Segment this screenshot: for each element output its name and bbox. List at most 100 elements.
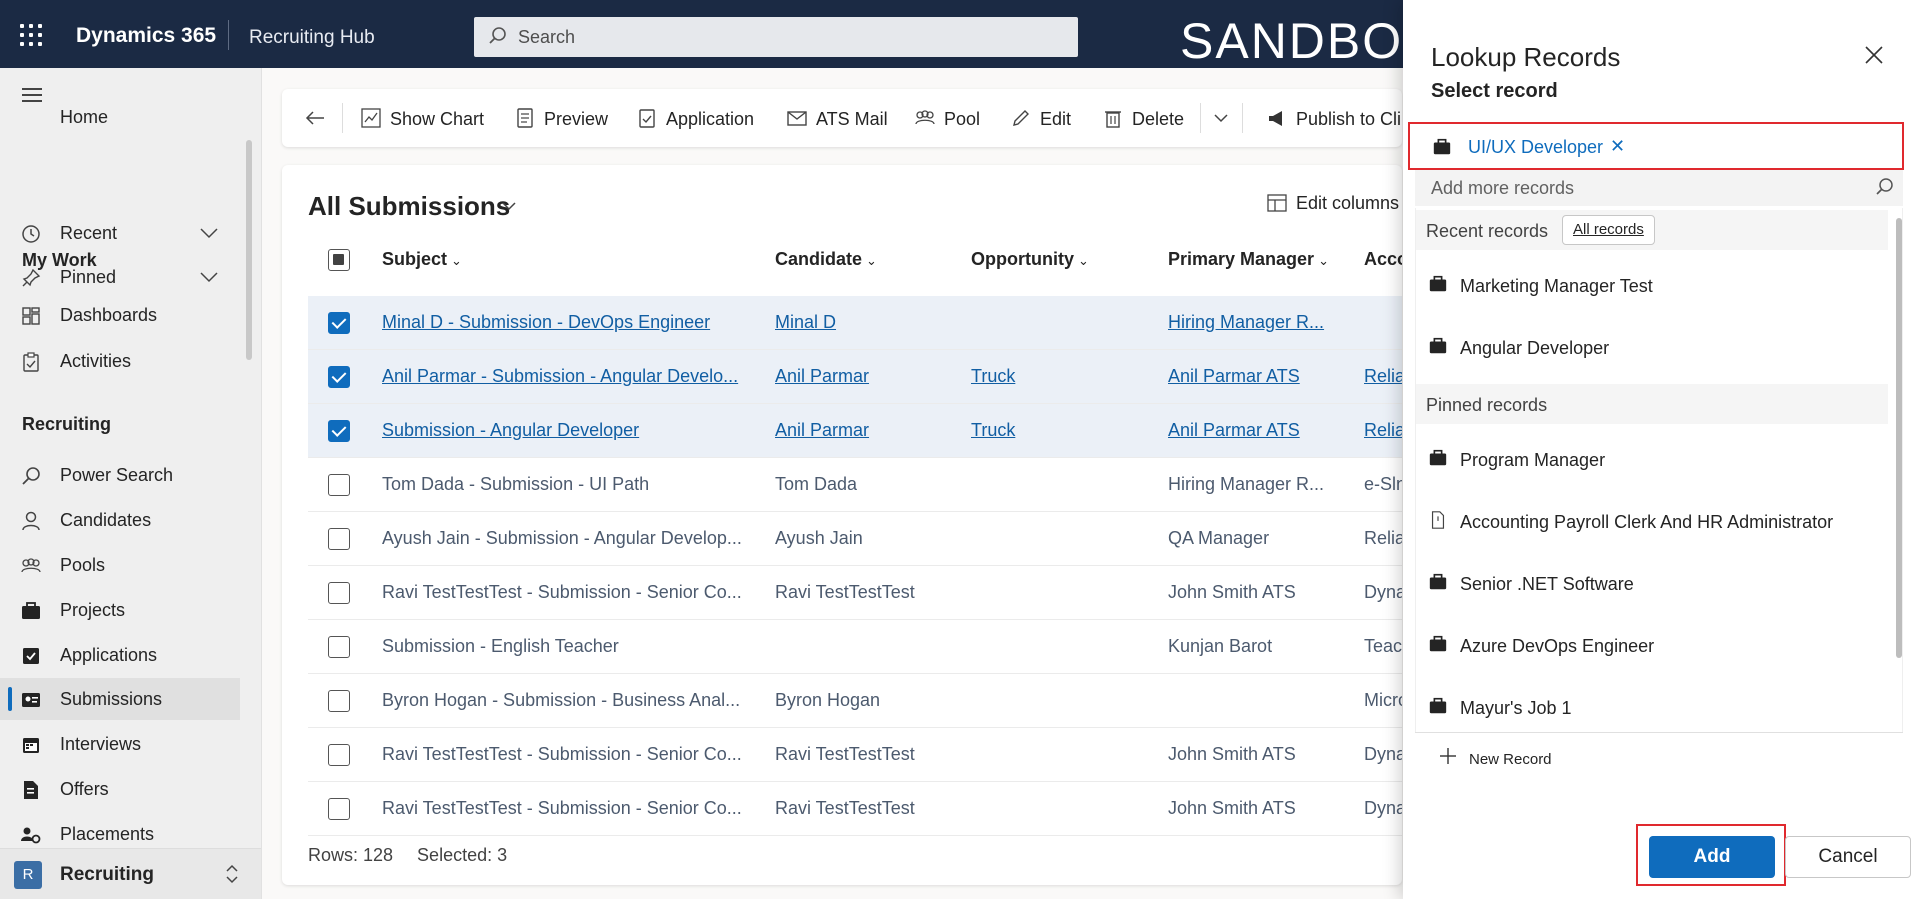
cancel-button[interactable]: Cancel bbox=[1785, 836, 1911, 878]
chevron-down-icon[interactable] bbox=[198, 266, 220, 288]
row-checkbox[interactable] bbox=[328, 312, 350, 334]
column-header-opportunity[interactable]: Opportunity ⌄ bbox=[971, 249, 1089, 270]
nav-item-home[interactable]: Home bbox=[0, 110, 240, 134]
row-checkbox[interactable] bbox=[328, 528, 350, 550]
preview-button[interactable]: Preview bbox=[514, 107, 608, 129]
app-name[interactable]: Dynamics 365 bbox=[76, 24, 216, 48]
chevron-down-icon[interactable] bbox=[198, 222, 220, 244]
subject-cell[interactable]: Ravi TestTestTest - Submission - Senior … bbox=[382, 798, 742, 819]
list-item[interactable]: Accounting Payroll Clerk And HR Administ… bbox=[1416, 494, 1888, 550]
candidate-cell[interactable]: Ravi TestTestTest bbox=[775, 744, 915, 765]
nav-item-offers[interactable]: Offers bbox=[0, 768, 240, 810]
table-row[interactable]: Submission - English Teacher Kunjan Baro… bbox=[308, 620, 1402, 674]
nav-item-candidates[interactable]: Candidates bbox=[0, 499, 240, 541]
add-button[interactable]: Add bbox=[1649, 836, 1775, 878]
remove-selected-record-icon[interactable]: ✕ bbox=[1610, 136, 1625, 157]
app-launcher-icon[interactable] bbox=[20, 24, 42, 46]
edit-columns-button[interactable]: Edit columns bbox=[1266, 192, 1399, 214]
pool-button[interactable]: Pool bbox=[914, 107, 980, 129]
candidate-cell[interactable]: Ravi TestTestTest bbox=[775, 582, 915, 603]
row-checkbox[interactable] bbox=[328, 474, 350, 496]
view-title[interactable]: All Submissions bbox=[308, 191, 510, 222]
manager-link[interactable]: Hiring Manager R... bbox=[1168, 312, 1324, 333]
table-row[interactable]: Ravi TestTestTest - Submission - Senior … bbox=[308, 782, 1402, 836]
row-checkbox[interactable] bbox=[328, 582, 350, 604]
manager-cell[interactable]: Hiring Manager R... bbox=[1168, 474, 1324, 495]
nav-item-submissions[interactable]: Submissions bbox=[0, 678, 240, 720]
application-button[interactable]: Application bbox=[636, 107, 754, 129]
list-scrollbar[interactable] bbox=[1896, 218, 1902, 658]
candidate-link[interactable]: Anil Parmar bbox=[775, 366, 869, 387]
add-more-records-input[interactable]: Add more records bbox=[1415, 170, 1903, 206]
candidate-cell[interactable]: Ayush Jain bbox=[775, 528, 863, 549]
manager-cell[interactable]: QA Manager bbox=[1168, 528, 1269, 549]
nav-item-activities[interactable]: Activities bbox=[0, 340, 240, 382]
list-item[interactable]: Program Manager bbox=[1416, 432, 1888, 488]
row-checkbox[interactable] bbox=[328, 690, 350, 712]
list-item[interactable]: Azure DevOps Engineer bbox=[1416, 618, 1888, 674]
show-chart-button[interactable]: Show Chart bbox=[360, 107, 484, 129]
back-arrow-icon[interactable] bbox=[304, 107, 326, 129]
row-checkbox[interactable] bbox=[328, 636, 350, 658]
publish-to-client-button[interactable]: Publish to Cli bbox=[1266, 107, 1401, 129]
account-link[interactable]: Relia bbox=[1364, 366, 1402, 387]
close-icon[interactable] bbox=[1863, 44, 1885, 66]
account-cell[interactable]: e-Sln bbox=[1364, 474, 1402, 495]
chevron-down-icon[interactable] bbox=[500, 197, 518, 215]
nav-item-recent[interactable]: Recent bbox=[0, 212, 240, 254]
row-checkbox[interactable] bbox=[328, 366, 350, 388]
all-records-button[interactable]: All records bbox=[1562, 215, 1655, 245]
row-checkbox[interactable] bbox=[328, 798, 350, 820]
manager-cell[interactable]: John Smith ATS bbox=[1168, 744, 1296, 765]
account-cell[interactable]: Relia bbox=[1364, 528, 1402, 549]
delete-button[interactable]: Delete bbox=[1102, 107, 1184, 129]
account-link[interactable]: Relia bbox=[1364, 420, 1402, 441]
list-item[interactable]: Marketing Manager Test bbox=[1416, 258, 1888, 314]
list-item[interactable]: Senior .NET Software bbox=[1416, 556, 1888, 612]
column-header-subject[interactable]: Subject ⌄ bbox=[382, 249, 462, 270]
list-item[interactable]: Mayur's Job 1 bbox=[1416, 680, 1888, 736]
subject-link[interactable]: Submission - Angular Developer bbox=[382, 420, 639, 441]
manager-link[interactable]: Anil Parmar ATS bbox=[1168, 366, 1300, 387]
manager-cell[interactable]: John Smith ATS bbox=[1168, 582, 1296, 603]
account-cell[interactable]: Micro bbox=[1364, 690, 1402, 711]
table-row[interactable]: Ravi TestTestTest - Submission - Senior … bbox=[308, 728, 1402, 782]
list-item[interactable]: Angular Developer bbox=[1416, 320, 1888, 376]
hamburger-menu-icon[interactable] bbox=[22, 88, 42, 102]
table-row[interactable]: Ayush Jain - Submission - Angular Develo… bbox=[308, 512, 1402, 566]
table-row[interactable]: Anil Parmar - Submission - Angular Devel… bbox=[308, 350, 1402, 404]
chevron-down-icon[interactable] bbox=[1212, 109, 1230, 127]
column-header-account[interactable]: Acco bbox=[1364, 249, 1402, 270]
account-cell[interactable]: Dyna bbox=[1364, 798, 1402, 819]
selected-records-field[interactable]: UI/UX Developer ✕ bbox=[1408, 122, 1904, 170]
account-cell[interactable]: Teach bbox=[1364, 636, 1402, 657]
table-row[interactable]: Byron Hogan - Submission - Business Anal… bbox=[308, 674, 1402, 728]
nav-scrollbar[interactable] bbox=[246, 140, 252, 360]
table-row[interactable]: Minal D - Submission - DevOps Engineer M… bbox=[308, 296, 1402, 350]
column-header-primary-manager[interactable]: Primary Manager ⌄ bbox=[1168, 249, 1329, 270]
column-header-candidate[interactable]: Candidate ⌄ bbox=[775, 249, 877, 270]
manager-cell[interactable]: Kunjan Barot bbox=[1168, 636, 1272, 657]
row-checkbox[interactable] bbox=[328, 744, 350, 766]
subject-cell[interactable]: Tom Dada - Submission - UI Path bbox=[382, 474, 649, 495]
subject-cell[interactable]: Ayush Jain - Submission - Angular Develo… bbox=[382, 528, 742, 549]
row-checkbox[interactable] bbox=[328, 420, 350, 442]
global-search-input[interactable]: Search bbox=[474, 17, 1078, 57]
nav-item-projects[interactable]: Projects bbox=[0, 589, 240, 631]
account-cell[interactable]: Dyna bbox=[1364, 744, 1402, 765]
subject-cell[interactable]: Ravi TestTestTest - Submission - Senior … bbox=[382, 582, 742, 603]
nav-item-dashboards[interactable]: Dashboards bbox=[0, 294, 240, 336]
edit-button[interactable]: Edit bbox=[1010, 107, 1071, 129]
opportunity-link[interactable]: Truck bbox=[971, 366, 1015, 387]
opportunity-link[interactable]: Truck bbox=[971, 420, 1015, 441]
account-cell[interactable]: Dyna bbox=[1364, 582, 1402, 603]
hub-name[interactable]: Recruiting Hub bbox=[249, 27, 375, 49]
candidate-cell[interactable]: Byron Hogan bbox=[775, 690, 880, 711]
subject-link[interactable]: Minal D - Submission - DevOps Engineer bbox=[382, 312, 710, 333]
select-all-checkbox[interactable] bbox=[328, 249, 350, 271]
search-icon[interactable] bbox=[1875, 177, 1895, 197]
manager-cell[interactable]: John Smith ATS bbox=[1168, 798, 1296, 819]
table-row[interactable]: Submission - Angular Developer Anil Parm… bbox=[308, 404, 1402, 458]
nav-item-power-search[interactable]: Power Search bbox=[0, 454, 240, 496]
subject-cell[interactable]: Ravi TestTestTest - Submission - Senior … bbox=[382, 744, 742, 765]
